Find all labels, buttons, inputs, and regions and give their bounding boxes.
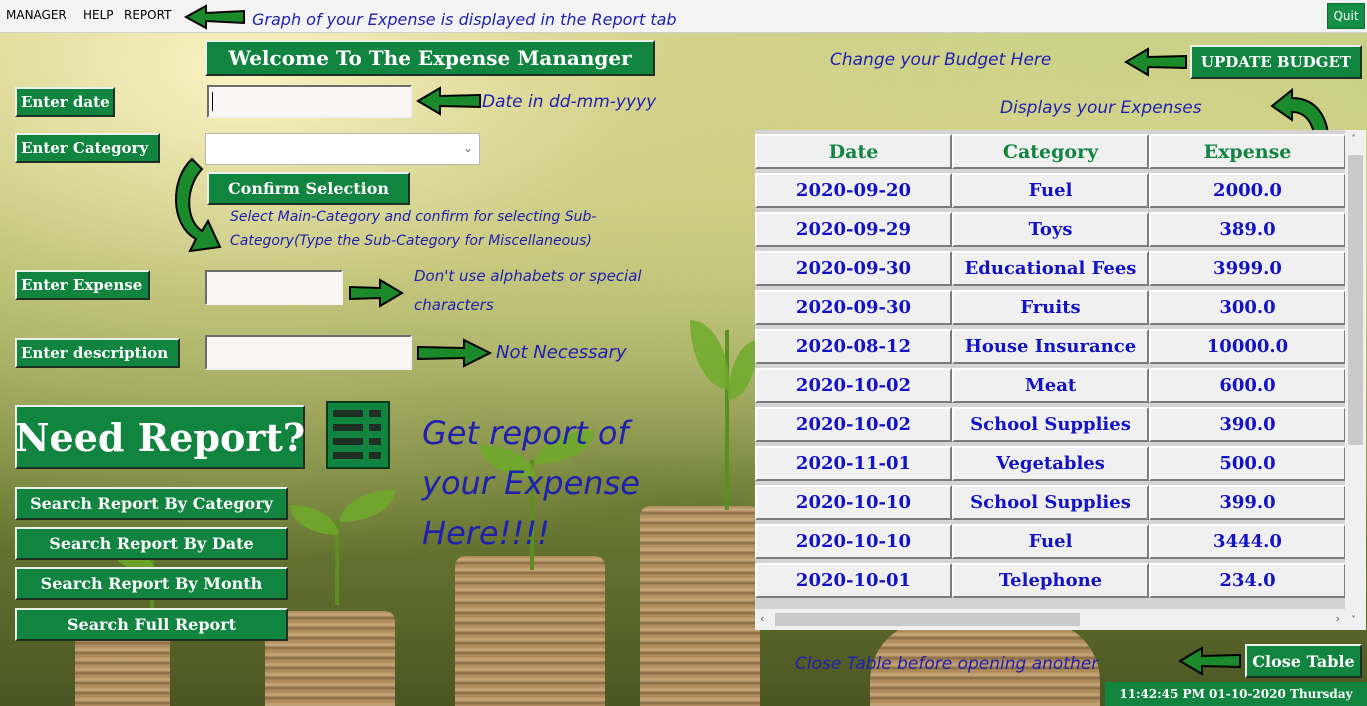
table-cell-category[interactable]: Vegetables	[952, 446, 1149, 481]
arrow-left-icon	[1124, 47, 1187, 77]
need-report-heading: Need Report?	[15, 405, 305, 469]
annotation-category-1: Select Main-Category and confirm for sel…	[230, 209, 597, 225]
table-cell-category[interactable]: School Supplies	[952, 485, 1149, 520]
table-cell-expense[interactable]: 3444.0	[1149, 524, 1346, 559]
column-header-expense: Expense	[1149, 134, 1346, 169]
annotation-budget: Change your Budget Here	[830, 50, 1052, 70]
menu-report[interactable]: REPORT	[124, 8, 171, 22]
menu-help[interactable]: HELP	[83, 8, 114, 22]
table-cell-expense[interactable]: 500.0	[1149, 446, 1346, 481]
table-cell-date[interactable]: 2020-10-02	[755, 407, 952, 442]
table-cell-expense[interactable]: 389.0	[1149, 212, 1346, 247]
table-cell-date[interactable]: 2020-09-20	[755, 173, 952, 208]
table-cell-expense[interactable]: 3999.0	[1149, 251, 1346, 286]
vertical-scroll-thumb[interactable]	[1348, 155, 1363, 445]
column-header-category: Category	[952, 134, 1149, 169]
annotation-expense-2: characters	[414, 296, 494, 314]
arrow-left-icon	[183, 4, 245, 30]
description-label: Enter description	[15, 338, 180, 368]
annotation-category-2: Category(Type the Sub-Category for Misce…	[230, 233, 592, 249]
table-cell-date[interactable]: 2020-09-30	[755, 290, 952, 325]
report-list-icon	[326, 401, 390, 469]
expense-table[interactable]: Date Category Expense 2020-09-20 Fuel 2000.0 2…	[755, 130, 1366, 630]
expense-label: Enter Expense	[15, 270, 150, 300]
chevron-down-icon: ⌄	[462, 141, 473, 155]
table-cell-category[interactable]: Meat	[952, 368, 1149, 403]
table-cell-expense[interactable]: 234.0	[1149, 563, 1346, 598]
table-cell-category[interactable]: Fruits	[952, 290, 1149, 325]
arrow-right-icon	[417, 338, 493, 368]
expense-field[interactable]	[205, 270, 343, 305]
table-cell-expense[interactable]: 2000.0	[1149, 173, 1346, 208]
search-report-by-date-button[interactable]: Search Report By Date	[15, 527, 288, 560]
annotation-report-tab: Graph of your Expense is displayed in th…	[252, 10, 677, 29]
table-cell-expense[interactable]: 10000.0	[1149, 329, 1346, 364]
quit-button[interactable]: Quit	[1327, 3, 1365, 29]
annotation-report-2: your Expense	[422, 464, 640, 502]
horizontal-scrollbar[interactable]: ‹ ›	[755, 609, 1345, 630]
arrow-left-icon	[1178, 646, 1241, 676]
table-cell-expense[interactable]: 399.0	[1149, 485, 1346, 520]
table-cell-date[interactable]: 2020-10-10	[755, 524, 952, 559]
category-select[interactable]: ⌄	[205, 133, 480, 165]
scroll-up-icon[interactable]: ˄	[1351, 134, 1356, 145]
table-cell-date[interactable]: 2020-10-01	[755, 563, 952, 598]
scroll-left-icon[interactable]: ‹	[760, 612, 764, 625]
table-cell-expense[interactable]: 300.0	[1149, 290, 1346, 325]
close-table-button[interactable]: Close Table	[1245, 644, 1362, 678]
annotation-description: Not Necessary	[496, 342, 627, 363]
annotation-expense-1: Don't use alphabets or special	[414, 267, 642, 285]
table-cell-category[interactable]: Telephone	[952, 563, 1149, 598]
annotation-report-1: Get report of	[422, 414, 629, 452]
table-cell-category[interactable]: House Insurance	[952, 329, 1149, 364]
horizontal-scroll-thumb[interactable]	[775, 613, 1080, 626]
table-cell-date[interactable]: 2020-10-02	[755, 368, 952, 403]
table-cell-category[interactable]: Toys	[952, 212, 1149, 247]
annotation-table: Displays your Expenses	[1000, 98, 1202, 118]
search-full-report-button[interactable]: Search Full Report	[15, 608, 288, 641]
confirm-selection-button[interactable]: Confirm Selection	[207, 172, 410, 205]
table-cell-date[interactable]: 2020-09-30	[755, 251, 952, 286]
search-report-by-month-button[interactable]: Search Report By Month	[15, 567, 288, 600]
table-cell-category[interactable]: Fuel	[952, 173, 1149, 208]
table-cell-expense[interactable]: 600.0	[1149, 368, 1346, 403]
table-cell-category[interactable]: School Supplies	[952, 407, 1149, 442]
table-cell-date[interactable]: 2020-11-01	[755, 446, 952, 481]
category-label: Enter Category	[15, 133, 160, 163]
table-cell-category[interactable]: Fuel	[952, 524, 1149, 559]
menu-manager[interactable]: MANAGER	[6, 8, 67, 22]
page-title: Welcome To The Expense Mananger	[205, 40, 655, 76]
scroll-down-icon[interactable]: ˅	[1351, 615, 1356, 626]
annotation-close: Close Table before opening another	[795, 654, 1099, 674]
column-header-date: Date	[755, 134, 952, 169]
text-cursor	[212, 92, 213, 111]
update-budget-button[interactable]: UPDATE BUDGET	[1190, 45, 1362, 79]
search-report-by-category-button[interactable]: Search Report By Category	[15, 487, 288, 520]
arrow-left-icon	[416, 86, 481, 116]
table-cell-expense[interactable]: 390.0	[1149, 407, 1346, 442]
date-field[interactable]	[207, 85, 412, 118]
status-clock: 11:42:45 PM 01-10-2020 Thursday	[1105, 682, 1367, 706]
arrow-right-icon	[349, 278, 404, 308]
date-label: Enter date	[15, 87, 115, 117]
annotation-report-3: Here!!!!	[422, 514, 550, 552]
scroll-right-icon[interactable]: ›	[1336, 612, 1340, 625]
annotation-date: Date in dd-mm-yyyy	[482, 92, 657, 112]
table-cell-category[interactable]: Educational Fees	[952, 251, 1149, 286]
table-cell-date[interactable]: 2020-09-29	[755, 212, 952, 247]
description-field[interactable]	[205, 335, 412, 370]
table-cell-date[interactable]: 2020-10-10	[755, 485, 952, 520]
table-cell-date[interactable]: 2020-08-12	[755, 329, 952, 364]
vertical-scrollbar[interactable]: ˄ ˅	[1345, 130, 1366, 630]
